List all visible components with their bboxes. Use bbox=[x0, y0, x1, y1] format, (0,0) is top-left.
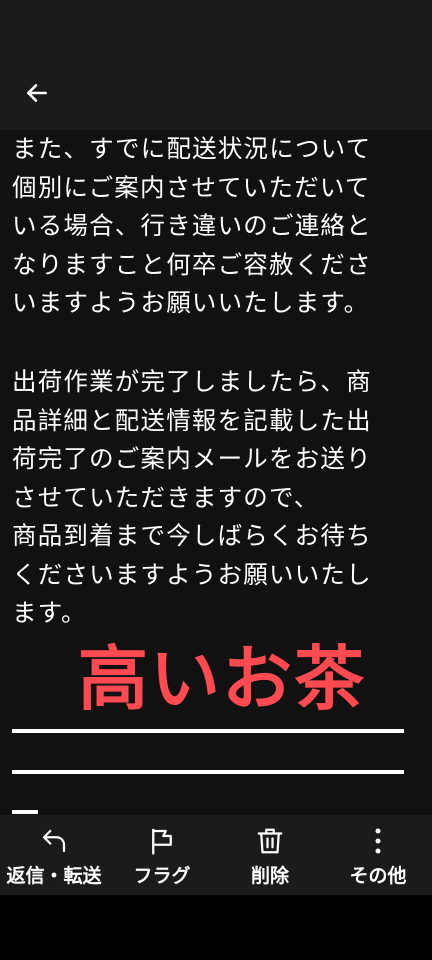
delete-label: 削除 bbox=[250, 865, 289, 887]
flag-button[interactable]: フラグ bbox=[108, 815, 216, 895]
reply-icon bbox=[42, 829, 66, 853]
divider-line bbox=[12, 770, 404, 774]
back-button[interactable] bbox=[17, 73, 57, 113]
delete-button[interactable]: 削除 bbox=[216, 815, 324, 895]
divider-line bbox=[12, 729, 404, 733]
more-vertical-icon bbox=[375, 828, 381, 854]
flag-icon bbox=[152, 828, 172, 855]
app-bar bbox=[0, 0, 432, 130]
message-paragraph: また、すでに配送状況について 個別にご案内させていただいて いる場合、行き違いの… bbox=[12, 134, 372, 317]
action-bar: 返信・転送 フラグ 削除 その他 bbox=[0, 815, 432, 895]
more-label: その他 bbox=[349, 865, 407, 887]
flag-label: フラグ bbox=[133, 865, 191, 887]
reply-forward-label: 返信・転送 bbox=[6, 865, 102, 887]
overlay-caption: 高いお茶 bbox=[78, 638, 366, 720]
divider-line bbox=[12, 810, 38, 814]
screen-bottom bbox=[0, 895, 432, 960]
reply-forward-button[interactable]: 返信・転送 bbox=[0, 815, 108, 895]
arrow-left-icon bbox=[27, 84, 47, 102]
more-button[interactable]: その他 bbox=[324, 815, 432, 895]
message-body: また、すでに配送状況について 個別にご案内させていただいて いる場合、行き違いの… bbox=[0, 130, 432, 815]
message-paragraph: 出荷作業が完了しましたら、商 品詳細と配送情報を記載した出 荷完了のご案内メール… bbox=[12, 367, 372, 627]
trash-icon bbox=[257, 828, 283, 854]
